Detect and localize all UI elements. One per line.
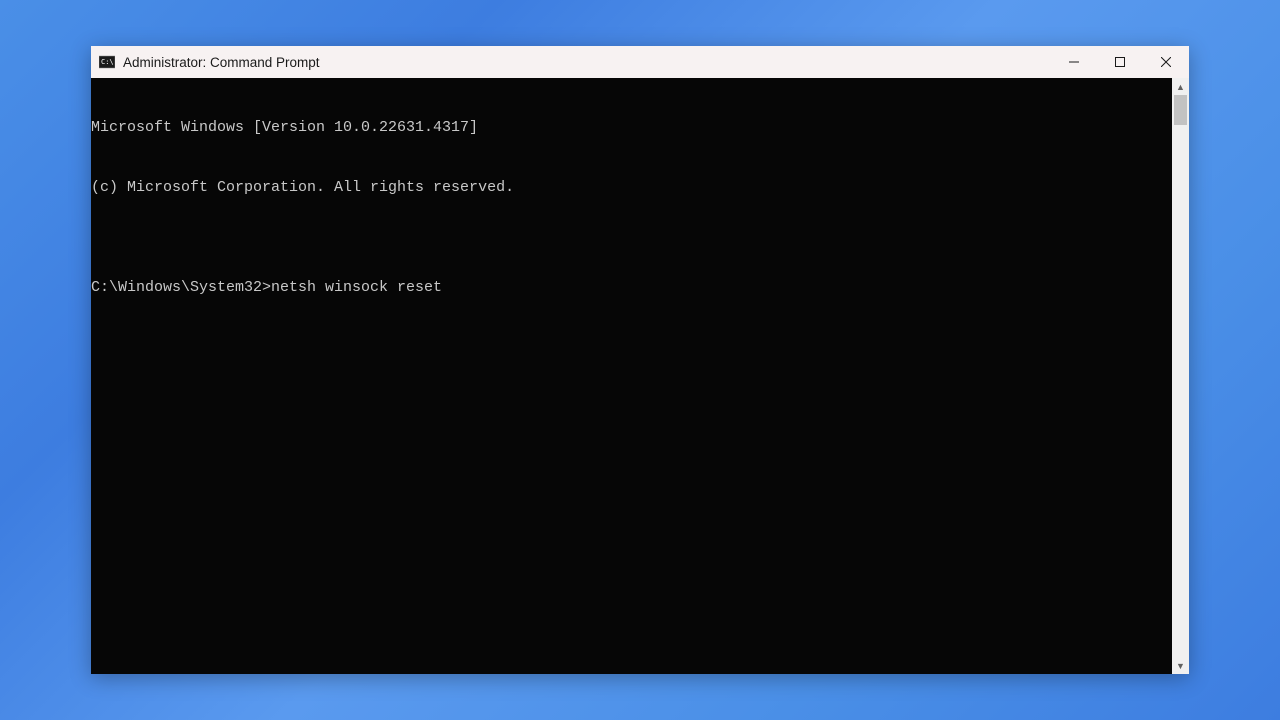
vertical-scrollbar[interactable]: ▲ ▼ xyxy=(1172,78,1189,674)
scroll-down-arrow-icon[interactable]: ▼ xyxy=(1172,657,1189,674)
window-controls xyxy=(1051,46,1189,78)
terminal-line: Microsoft Windows [Version 10.0.22631.43… xyxy=(91,118,1172,138)
command-prompt-window: C:\ Administrator: Command Prompt Micros… xyxy=(91,46,1189,674)
close-button[interactable] xyxy=(1143,46,1189,78)
titlebar[interactable]: C:\ Administrator: Command Prompt xyxy=(91,46,1189,78)
scrollbar-track[interactable] xyxy=(1172,95,1189,657)
window-title: Administrator: Command Prompt xyxy=(123,55,1051,70)
svg-text:C:\: C:\ xyxy=(101,58,114,66)
terminal-line: (c) Microsoft Corporation. All rights re… xyxy=(91,178,1172,198)
terminal-output[interactable]: Microsoft Windows [Version 10.0.22631.43… xyxy=(91,78,1172,674)
minimize-button[interactable] xyxy=(1051,46,1097,78)
maximize-button[interactable] xyxy=(1097,46,1143,78)
terminal-area: Microsoft Windows [Version 10.0.22631.43… xyxy=(91,78,1189,674)
cmd-icon: C:\ xyxy=(99,54,115,70)
scrollbar-thumb[interactable] xyxy=(1174,95,1187,125)
scroll-up-arrow-icon[interactable]: ▲ xyxy=(1172,78,1189,95)
terminal-prompt-line: C:\Windows\System32>netsh winsock reset xyxy=(91,278,1172,298)
